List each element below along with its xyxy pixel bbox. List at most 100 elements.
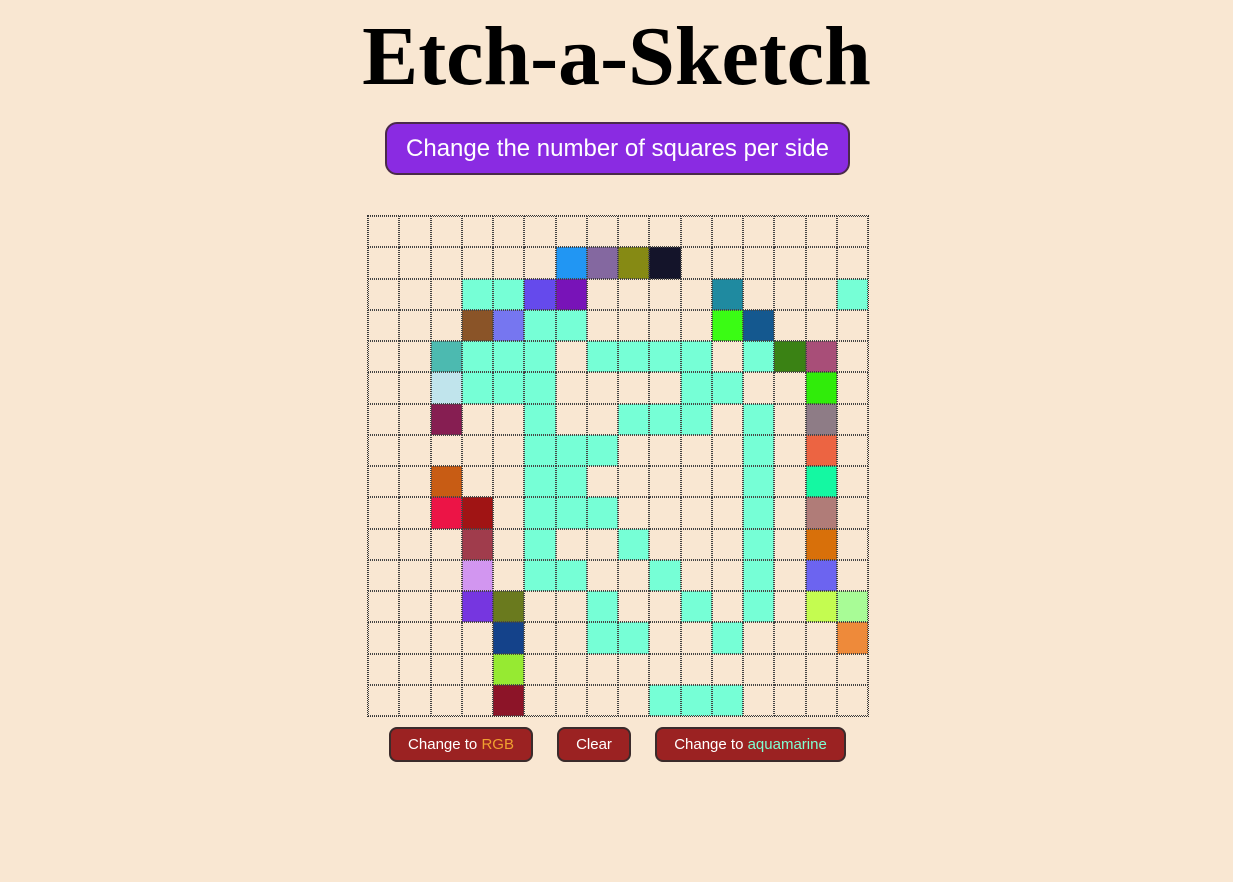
grid-cell[interactable] (711, 309, 743, 341)
grid-cell[interactable] (399, 591, 431, 623)
grid-cell[interactable] (618, 622, 650, 654)
grid-cell[interactable] (430, 559, 462, 591)
grid-cell[interactable] (711, 372, 743, 404)
grid-cell[interactable] (461, 216, 493, 248)
grid-cell[interactable] (805, 434, 837, 466)
grid-cell[interactable] (680, 247, 712, 279)
grid-cell[interactable] (836, 247, 868, 279)
grid-cell[interactable] (399, 622, 431, 654)
grid-cell[interactable] (680, 591, 712, 623)
grid-cell[interactable] (524, 684, 556, 716)
grid-cell[interactable] (586, 622, 618, 654)
grid-cell[interactable] (368, 528, 400, 560)
grid-cell[interactable] (618, 247, 650, 279)
grid-cell[interactable] (555, 653, 587, 685)
grid-cell[interactable] (805, 559, 837, 591)
grid-cell[interactable] (618, 466, 650, 498)
grid-cell[interactable] (399, 653, 431, 685)
grid-cell[interactable] (368, 309, 400, 341)
grid-cell[interactable] (836, 653, 868, 685)
grid-cell[interactable] (711, 466, 743, 498)
grid-cell[interactable] (836, 434, 868, 466)
grid-cell[interactable] (430, 591, 462, 623)
grid-cell[interactable] (368, 434, 400, 466)
grid-cell[interactable] (586, 309, 618, 341)
grid-cell[interactable] (586, 372, 618, 404)
grid-cell[interactable] (743, 309, 775, 341)
grid-cell[interactable] (680, 466, 712, 498)
grid-cell[interactable] (493, 278, 525, 310)
grid-cell[interactable] (493, 684, 525, 716)
grid-cell[interactable] (774, 622, 806, 654)
grid-cell[interactable] (555, 497, 587, 529)
grid-cell[interactable] (836, 372, 868, 404)
grid-cell[interactable] (493, 466, 525, 498)
grid-cell[interactable] (743, 247, 775, 279)
grid-cell[interactable] (805, 528, 837, 560)
grid-cell[interactable] (524, 403, 556, 435)
grid-cell[interactable] (774, 216, 806, 248)
grid-cell[interactable] (649, 403, 681, 435)
grid-cell[interactable] (618, 559, 650, 591)
grid-cell[interactable] (649, 466, 681, 498)
grid-cell[interactable] (461, 247, 493, 279)
sketch-grid[interactable] (367, 215, 869, 717)
grid-cell[interactable] (743, 591, 775, 623)
grid-cell[interactable] (555, 559, 587, 591)
grid-cell[interactable] (493, 622, 525, 654)
grid-cell[interactable] (461, 684, 493, 716)
grid-cell[interactable] (586, 591, 618, 623)
grid-cell[interactable] (430, 372, 462, 404)
grid-cell[interactable] (461, 403, 493, 435)
grid-cell[interactable] (368, 466, 400, 498)
grid-cell[interactable] (680, 497, 712, 529)
grid-cell[interactable] (430, 653, 462, 685)
grid-cell[interactable] (836, 528, 868, 560)
grid-cell[interactable] (836, 216, 868, 248)
grid-cell[interactable] (680, 684, 712, 716)
grid-cell[interactable] (836, 591, 868, 623)
grid-cell[interactable] (461, 466, 493, 498)
grid-cell[interactable] (774, 466, 806, 498)
grid-cell[interactable] (555, 309, 587, 341)
grid-cell[interactable] (493, 372, 525, 404)
grid-cell[interactable] (711, 434, 743, 466)
grid-cell[interactable] (524, 372, 556, 404)
grid-cell[interactable] (493, 216, 525, 248)
grid-cell[interactable] (368, 497, 400, 529)
grid-cell[interactable] (399, 278, 431, 310)
grid-cell[interactable] (743, 622, 775, 654)
grid-cell[interactable] (461, 341, 493, 373)
grid-cell[interactable] (774, 434, 806, 466)
grid-cell[interactable] (586, 528, 618, 560)
grid-cell[interactable] (680, 528, 712, 560)
grid-cell[interactable] (618, 341, 650, 373)
grid-cell[interactable] (493, 653, 525, 685)
grid-cell[interactable] (368, 247, 400, 279)
grid-cell[interactable] (743, 341, 775, 373)
grid-cell[interactable] (586, 216, 618, 248)
grid-cell[interactable] (805, 309, 837, 341)
grid-cell[interactable] (805, 466, 837, 498)
grid-cell[interactable] (493, 591, 525, 623)
grid-cell[interactable] (711, 216, 743, 248)
grid-cell[interactable] (461, 559, 493, 591)
grid-cell[interactable] (430, 216, 462, 248)
grid-cell[interactable] (836, 497, 868, 529)
grid-cell[interactable] (430, 528, 462, 560)
grid-cell[interactable] (805, 497, 837, 529)
grid-cell[interactable] (680, 372, 712, 404)
grid-cell[interactable] (836, 622, 868, 654)
grid-cell[interactable] (368, 372, 400, 404)
grid-cell[interactable] (680, 434, 712, 466)
grid-cell[interactable] (649, 497, 681, 529)
grid-cell[interactable] (618, 434, 650, 466)
grid-cell[interactable] (493, 497, 525, 529)
grid-cell[interactable] (805, 622, 837, 654)
grid-cell[interactable] (461, 528, 493, 560)
grid-cell[interactable] (649, 684, 681, 716)
grid-cell[interactable] (711, 591, 743, 623)
grid-cell[interactable] (493, 403, 525, 435)
grid-cell[interactable] (368, 278, 400, 310)
grid-cell[interactable] (430, 309, 462, 341)
